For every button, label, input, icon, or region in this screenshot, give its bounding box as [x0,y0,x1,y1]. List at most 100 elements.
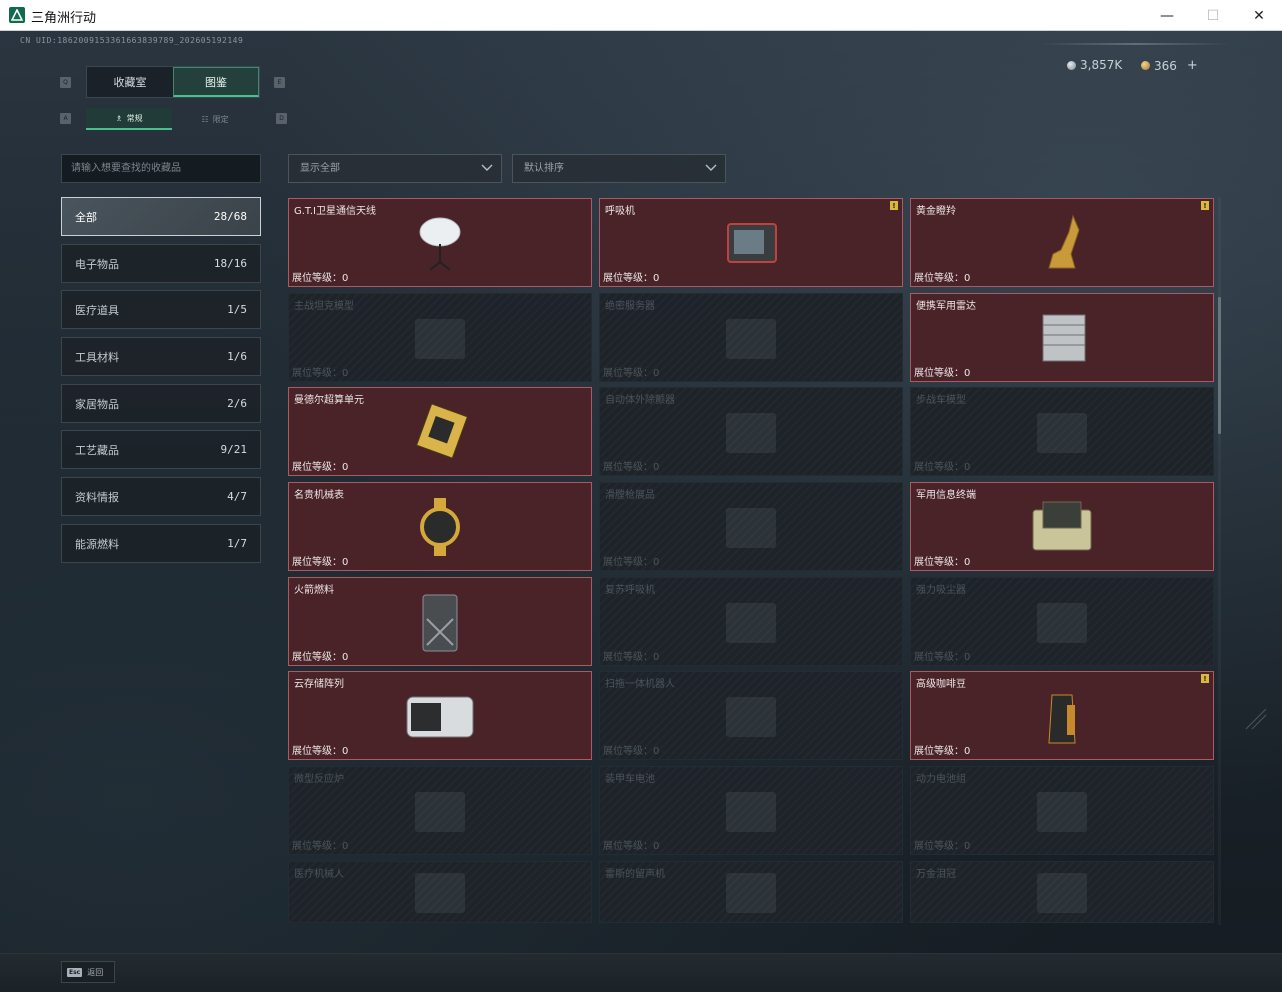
card-level: 展位等级：0 [292,837,348,852]
category-count: 4/7 [227,490,247,503]
card-name: 主战坦克模型 [294,301,354,312]
currency-coins-value: 3,857K [1080,58,1123,72]
collection-card[interactable]: 黄金瞪羚 展位等级：0! [910,198,1214,287]
level-value: 0 [964,841,971,852]
bottom-bar [0,953,1282,992]
collection-card[interactable]: 便携军用雷达 展位等级：0 [910,293,1214,382]
level-label: 展位等级： [603,746,653,757]
card-name: 医疗机械人 [294,869,344,880]
card-level: 展位等级：0 [603,269,659,284]
category-count: 9/21 [220,443,248,456]
level-value: 0 [342,557,349,568]
collection-card[interactable]: G.T.I卫星通信天线 展位等级：0 [288,198,592,287]
level-label: 展位等级： [292,746,342,757]
level-value: 0 [342,652,349,663]
limited-icon: ☷ [201,114,209,124]
category-count: 1/6 [227,350,247,363]
card-name: 名贵机械表 [294,490,344,501]
card-name: 复苏呼吸机 [605,585,655,596]
app-logo-icon [9,7,25,23]
collection-card[interactable]: 雷斯的留声机 [599,861,903,923]
level-label: 展位等级： [292,462,342,473]
card-name: 呼吸机 [605,206,635,217]
collection-card[interactable]: 云存储阵列 展位等级：0 [288,671,592,760]
category-electronics[interactable]: 电子物品 18/16 [61,244,261,283]
level-value: 0 [342,841,349,852]
search-input[interactable] [61,154,261,183]
collection-card[interactable]: 曼德尔超算单元 展位等级：0 [288,387,592,476]
close-button[interactable]: ✕ [1236,0,1282,31]
card-level: 展位等级：0 [603,458,659,473]
collection-card[interactable]: 强力吸尘器 展位等级：0 [910,577,1214,666]
collection-card[interactable]: 医疗机械人 [288,861,592,923]
card-level: 展位等级：0 [914,458,970,473]
level-value: 0 [653,368,660,379]
sort-dropdown[interactable]: 默认排序 [512,154,726,183]
game-viewport: CN UID:1862009153361663839789_2026051921… [0,31,1282,992]
category-label: 医疗道具 [75,303,119,317]
category-count: 1/7 [227,537,247,550]
collection-card[interactable]: 火箭燃料 展位等级：0 [288,577,592,666]
scrollbar-thumb[interactable] [1218,297,1221,434]
level-label: 展位等级： [603,368,653,379]
collection-card[interactable]: 名贵机械表展位等级：0 [288,482,592,571]
collection-card[interactable]: 滑膛枪展品 展位等级：0 [599,482,903,571]
level-label: 展位等级： [292,557,342,568]
collection-card[interactable]: 呼吸机 展位等级：0! [599,198,903,287]
collection-card[interactable]: 扫拖一体机器人 展位等级：0 [599,671,903,760]
collection-card[interactable]: 高级咖啡豆 展位等级：0! [910,671,1214,760]
secondary-tabs: ♗ 常规 ☷ 限定 [86,108,258,130]
level-value: 0 [653,652,660,663]
tab-regular[interactable]: ♗ 常规 [86,108,172,130]
category-medical[interactable]: 医疗道具 1/5 [61,290,261,329]
level-value: 0 [964,746,971,757]
level-label: 展位等级： [914,462,964,473]
card-level: 展位等级：0 [914,364,970,379]
category-label: 全部 [75,210,97,224]
collection-card[interactable]: 自动体外除颤器 展位等级：0 [599,387,903,476]
category-label: 工艺藏品 [75,443,119,457]
category-household[interactable]: 家居物品 2/6 [61,384,261,423]
collection-card[interactable]: 动力电池组 展位等级：0 [910,766,1214,855]
category-energy[interactable]: 能源燃料 1/7 [61,524,261,563]
collection-card[interactable]: 微型反应炉 展位等级：0 [288,766,592,855]
minimize-button[interactable]: — [1144,0,1190,31]
card-level: 展位等级：0 [292,364,348,379]
category-tools[interactable]: 工具材料 1/6 [61,337,261,376]
tab-catalog[interactable]: 图鉴 [173,67,259,97]
category-label: 资料情报 [75,490,119,504]
maximize-button[interactable]: ☐ [1190,0,1236,31]
currency-premium: 366 + [1141,58,1198,73]
filter-dropdown[interactable]: 显示全部 [288,154,502,183]
collection-card[interactable]: 步战车模型 展位等级：0 [910,387,1214,476]
collection-card[interactable]: 绝密服务器展位等级：0 [599,293,903,382]
back-button[interactable]: Esc 返回 [61,961,115,983]
level-label: 展位等级： [292,652,342,663]
card-level: 展位等级：0 [914,269,970,284]
esc-key-icon: Esc [67,967,83,977]
level-value: 0 [964,368,971,379]
category-crafts[interactable]: 工艺藏品 9/21 [61,430,261,469]
card-name: 绝密服务器 [605,301,655,312]
category-intel[interactable]: 资料情报 4/7 [61,477,261,516]
new-badge-icon: ! [1201,674,1209,683]
level-label: 展位等级： [292,841,342,852]
level-value: 0 [964,273,971,284]
level-label: 展位等级： [603,462,653,473]
collection-card[interactable]: 万金泪冠 [910,861,1214,923]
collection-card[interactable]: 军用信息终端 展位等级：0 [910,482,1214,571]
category-all[interactable]: 全部 28/68 [61,197,261,236]
card-name: 装甲车电池 [605,774,655,785]
level-value: 0 [342,746,349,757]
tab-collection-room[interactable]: 收藏室 [87,67,173,97]
level-label: 展位等级： [603,841,653,852]
add-currency-button[interactable]: + [1187,58,1198,73]
tab-limited[interactable]: ☷ 限定 [172,108,258,130]
collection-card[interactable]: 主战坦克模型展位等级：0 [288,293,592,382]
collection-card[interactable]: 装甲车电池 展位等级：0 [599,766,903,855]
collection-card[interactable]: 复苏呼吸机 展位等级：0 [599,577,903,666]
category-label: 工具材料 [75,350,119,364]
level-label: 展位等级： [292,273,342,284]
category-count: 18/16 [213,257,247,270]
card-name: 万金泪冠 [916,869,956,880]
